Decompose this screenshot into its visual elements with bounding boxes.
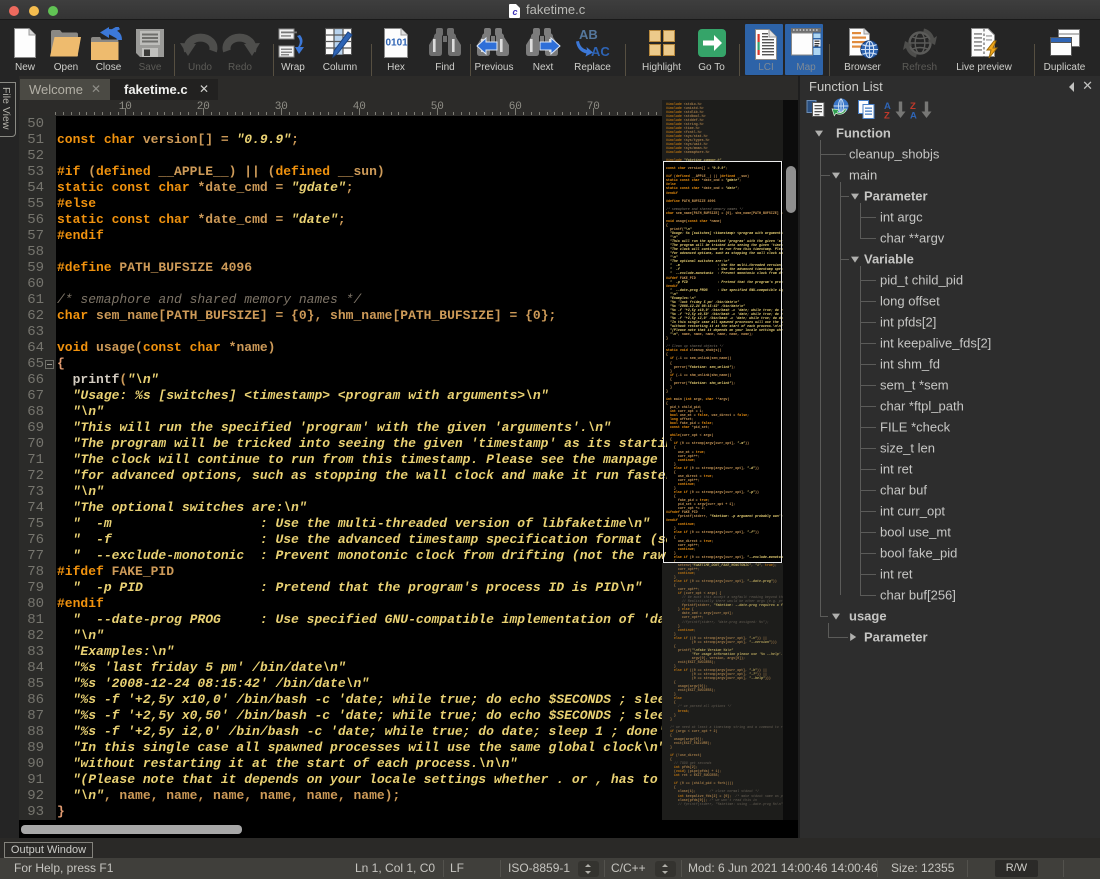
svg-text:0101: 0101 xyxy=(386,38,409,49)
svg-text:Z: Z xyxy=(884,111,890,122)
svg-text:AB: AB xyxy=(579,27,598,42)
svg-text:AC: AC xyxy=(591,44,610,59)
svg-text:A: A xyxy=(910,111,917,122)
